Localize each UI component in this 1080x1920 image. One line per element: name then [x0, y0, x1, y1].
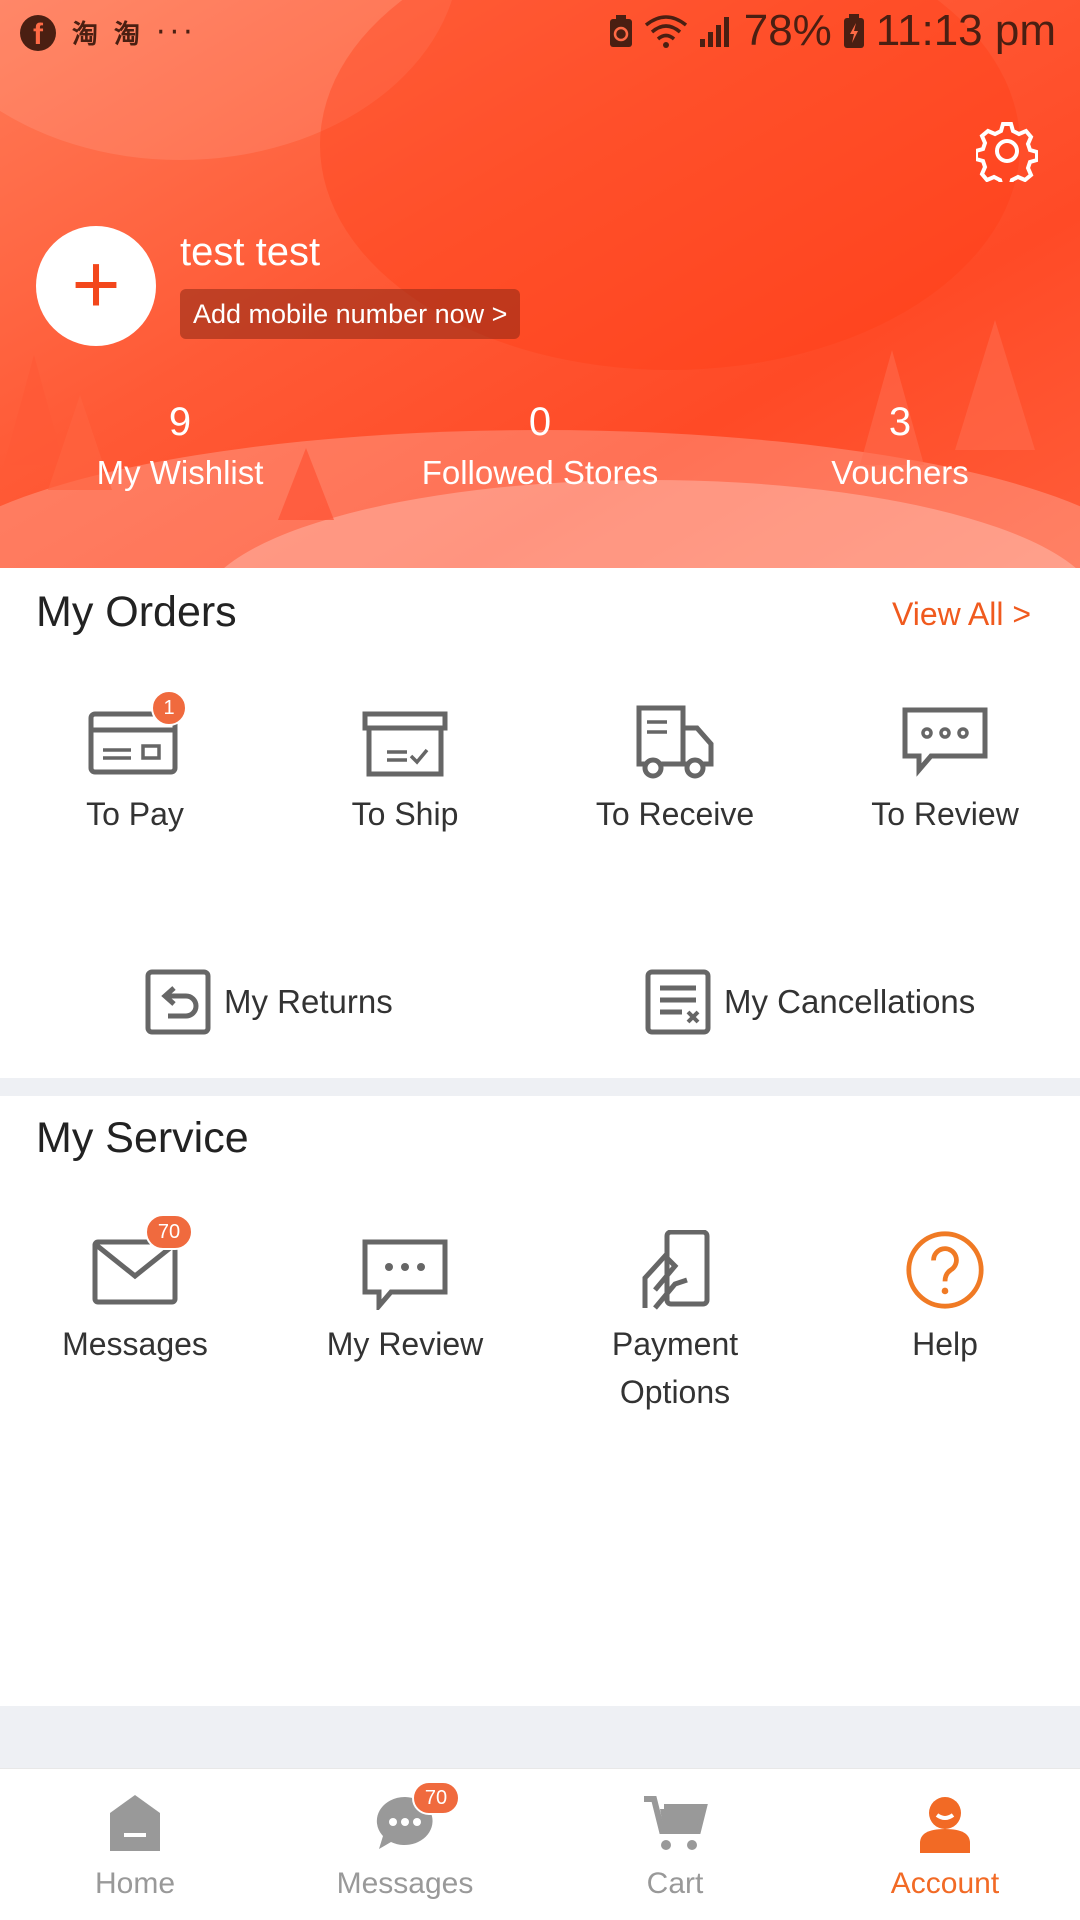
- orders-section-title: My Orders: [36, 588, 237, 636]
- service-label-line2: Options: [619, 1374, 731, 1410]
- service-payment-options[interactable]: Payment Options: [540, 1229, 810, 1416]
- service-label: Help: [912, 1326, 978, 1362]
- battery-charging-icon: [843, 14, 864, 48]
- service-label-line1: Payment: [611, 1326, 739, 1362]
- user-name: test test: [180, 230, 321, 274]
- add-mobile-button[interactable]: Add mobile number now >: [180, 289, 521, 339]
- my-cancellations-label: My Cancellations: [724, 983, 976, 1020]
- nav-cart[interactable]: Cart: [540, 1769, 810, 1920]
- battery-percent: 78%: [743, 6, 832, 55]
- nav-label: Messages: [336, 1867, 474, 1900]
- profile-header: f 淘 淘 ··· 78% 11:13 pm + test test Add m…: [0, 0, 1080, 568]
- order-label: To Review: [871, 796, 1019, 832]
- order-to-ship[interactable]: To Ship: [270, 700, 540, 838]
- taobao-icon: 淘: [72, 20, 99, 50]
- service-section-title: My Service: [36, 1114, 249, 1162]
- payment-card-icon: [642, 1229, 710, 1310]
- stat-label: Followed Stores: [421, 454, 659, 491]
- service-my-review[interactable]: My Review: [270, 1230, 540, 1368]
- stat-value: 0: [528, 400, 552, 444]
- order-badge: 1: [151, 690, 187, 726]
- stat-label: Vouchers: [831, 454, 969, 491]
- stat-value: 3: [888, 400, 912, 444]
- nav-account[interactable]: Account: [810, 1769, 1080, 1920]
- facebook-icon: f: [20, 14, 56, 51]
- service-label: My Review: [326, 1326, 484, 1362]
- nav-label: Cart: [646, 1867, 704, 1900]
- cancellation-icon: [645, 969, 711, 1035]
- order-to-review[interactable]: To Review: [810, 700, 1080, 838]
- messages-badge: 70: [145, 1214, 193, 1250]
- stat-vouchers[interactable]: 3 Vouchers: [750, 398, 1050, 500]
- taobao-icon: 淘: [114, 20, 141, 50]
- order-label: To Pay: [86, 796, 184, 832]
- service-help[interactable]: Help: [810, 1230, 1080, 1368]
- chat-bubble-icon: [902, 707, 988, 777]
- view-all-link[interactable]: View All >: [892, 596, 1031, 633]
- cart-icon: [644, 1796, 708, 1850]
- order-label: To Ship: [351, 796, 459, 832]
- battery-saver-icon: [609, 15, 632, 47]
- status-bar: f 淘 淘 ··· 78% 11:13 pm: [0, 0, 1080, 66]
- order-to-receive[interactable]: To Receive: [540, 700, 810, 838]
- bottom-nav: Home 70 Messages Cart Account: [0, 1768, 1080, 1920]
- order-label: To Receive: [595, 796, 755, 832]
- box-icon: [362, 711, 448, 777]
- my-returns-link[interactable]: My Returns: [144, 968, 393, 1036]
- nav-label: Home: [94, 1867, 176, 1900]
- gear-icon[interactable]: [976, 120, 1038, 182]
- nav-label: Account: [890, 1867, 1000, 1900]
- service-messages[interactable]: 70 Messages: [0, 1214, 270, 1368]
- wifi-icon: [644, 15, 687, 48]
- footer-spacer: [0, 1706, 1080, 1768]
- nav-messages[interactable]: 70 Messages: [270, 1769, 540, 1920]
- return-icon: [145, 969, 211, 1035]
- stat-followed-stores[interactable]: 0 Followed Stores: [390, 398, 690, 500]
- service-label: Messages: [62, 1326, 208, 1362]
- clock: 11:13 pm: [875, 6, 1056, 55]
- stat-value: 9: [168, 400, 192, 444]
- help-icon: [906, 1231, 984, 1309]
- my-returns-label: My Returns: [224, 983, 393, 1020]
- stat-label: My Wishlist: [96, 454, 264, 491]
- section-divider: [0, 1078, 1080, 1096]
- avatar-add-button[interactable]: +: [36, 226, 156, 346]
- order-to-pay[interactable]: 1 To Pay: [0, 690, 270, 838]
- comment-icon: [362, 1239, 448, 1313]
- my-cancellations-link[interactable]: My Cancellations: [644, 968, 975, 1036]
- nav-home[interactable]: Home: [0, 1769, 270, 1920]
- home-icon: [110, 1795, 160, 1851]
- signal-icon: [699, 17, 729, 47]
- nav-messages-badge: 70: [412, 1781, 460, 1815]
- truck-icon: [636, 705, 714, 779]
- stat-wishlist[interactable]: 9 My Wishlist: [30, 398, 330, 500]
- more-notifications-icon: ···: [156, 14, 197, 50]
- service-label: Payment Options: [540, 1320, 810, 1416]
- account-icon: [920, 1797, 970, 1853]
